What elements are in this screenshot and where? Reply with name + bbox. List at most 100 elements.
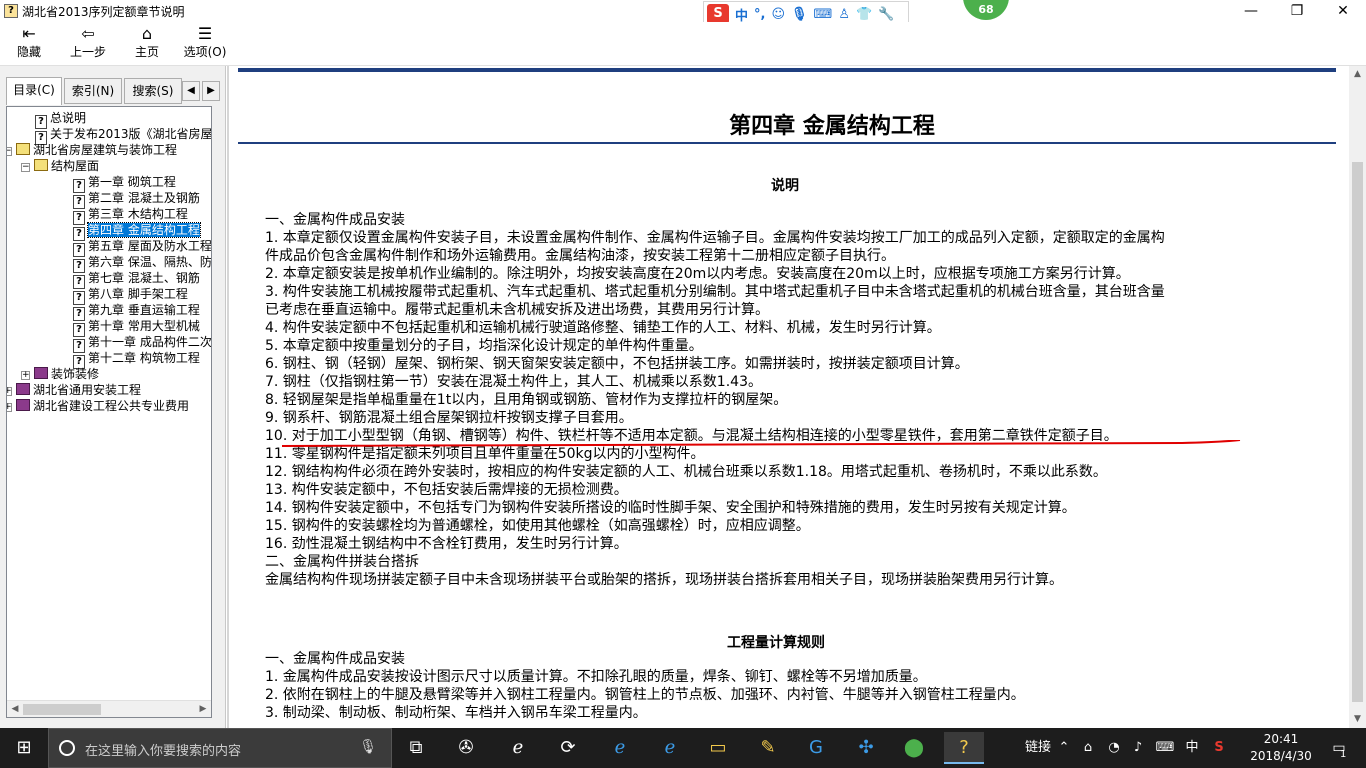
tree-item[interactable]: + 湖北省建设工程公共专业费用: [7, 398, 190, 414]
home-button[interactable]: ⌂ 主页: [126, 24, 168, 64]
internet-explorer-icon[interactable]: ℯ: [650, 732, 690, 764]
tree-item[interactable]: ? 第十一章 成品构件二次: [73, 334, 211, 353]
ime-keyboard-icon[interactable]: ⌨: [814, 7, 833, 22]
rules-line: 2. 依附在钢柱上的牛腿及悬臂梁等并入钢柱工程量内。钢管柱上的节点板、加强环、内…: [265, 687, 1025, 703]
tab-scroll-right-icon[interactable]: ▶: [202, 81, 220, 101]
ime-chinese-mode-icon[interactable]: 中: [735, 5, 748, 24]
scroll-left-icon[interactable]: ◀: [7, 701, 23, 717]
task-view-icon[interactable]: ⧉: [396, 732, 436, 764]
options-button[interactable]: ☰ 选项(O): [180, 24, 230, 64]
tab-contents[interactable]: 目录(C): [6, 77, 62, 105]
tab-index[interactable]: 索引(N): [64, 78, 122, 104]
tree-item[interactable]: ? 第四章 金属结构工程: [73, 222, 201, 241]
red-underline-annotation: [282, 440, 1241, 447]
tree-item[interactable]: + 装饰装修: [21, 366, 99, 382]
ime-user-icon[interactable]: ♙: [838, 7, 850, 22]
clock[interactable]: 20:41 2018/4/30: [1246, 731, 1316, 765]
tree-item[interactable]: ? 第十二章 构筑物工程: [73, 350, 200, 369]
hide-button[interactable]: ⇤ 隐藏: [8, 24, 50, 64]
volume-icon[interactable]: ♪: [1128, 728, 1148, 768]
hide-icon: ⇤: [22, 24, 36, 43]
tab-scroll-left-icon[interactable]: ◀: [182, 81, 200, 101]
windows-start-icon[interactable]: ⊞: [0, 728, 48, 768]
expand-icon[interactable]: +: [21, 371, 30, 380]
touch-keyboard-icon[interactable]: ⌨: [1152, 728, 1178, 768]
tab-search[interactable]: 搜索(S): [124, 78, 182, 104]
tree-item-label: 湖北省房屋建筑与装饰工程: [33, 143, 178, 157]
ime-skin-icon[interactable]: 👕: [856, 7, 872, 22]
tree-horizontal-scrollbar[interactable]: ◀ ▶: [7, 700, 211, 717]
closed-book-icon: [34, 367, 48, 379]
ime-language-indicator[interactable]: 中: [1182, 728, 1202, 768]
tree-item[interactable]: ? 第十章 常用大型机械: [73, 318, 200, 337]
tree-item[interactable]: − 湖北省房屋建筑与装饰工程: [7, 142, 178, 158]
tree-item[interactable]: ? 第一章 砌筑工程: [73, 174, 176, 193]
taskbar-search[interactable]: 在这里输入你要搜索的内容 🎙: [48, 728, 392, 768]
collapse-icon[interactable]: −: [7, 147, 12, 156]
scroll-up-icon[interactable]: ▲: [1349, 66, 1366, 83]
explain-line: 2. 本章定额安装是按单机作业编制的。除注明外，均按安装高度在20m以内考虑。安…: [265, 266, 1130, 282]
network-app-icon[interactable]: ✣: [846, 732, 886, 764]
restore-button[interactable]: ❐: [1274, 0, 1320, 22]
tree-item[interactable]: ? 第九章 垂直运输工程: [73, 302, 200, 321]
close-button[interactable]: ✕: [1320, 0, 1366, 22]
sogou-tray-icon[interactable]: S: [1208, 728, 1230, 768]
explain-line: 件成品价包含金属构件制作和场外运输费用。金属结构油漆，按安装工程第十二册相应定额…: [265, 248, 895, 264]
tray-expand-icon[interactable]: ⌃: [1056, 728, 1072, 768]
tree-item[interactable]: ? 第二章 混凝土及钢筋: [73, 190, 200, 209]
help-viewer-taskbar-icon[interactable]: ?: [944, 732, 984, 764]
tree-item[interactable]: ? 关于发布2013版《湖北省房屋: [35, 126, 212, 145]
score-badge[interactable]: 68: [963, 0, 1009, 20]
explain-line: 5. 本章定额中按重量划分的子目，均指深化设计规定的单件构件重量。: [265, 338, 703, 354]
contents-tree[interactable]: ?总说明?关于发布2013版《湖北省房屋−湖北省房屋建筑与装饰工程−结构屋面?第…: [6, 106, 212, 718]
ime-punctuation-icon[interactable]: °,: [754, 7, 765, 22]
scroll-right-icon[interactable]: ▶: [195, 701, 211, 717]
microphone-icon[interactable]: 🎙: [359, 739, 377, 755]
navigation-pane: 目录(C) 索引(N) 搜索(S) ◀ ▶ ? 总说明? 关于发布2013版《湖北省…: [0, 66, 226, 728]
tree-item[interactable]: ? 第八章 脚手架工程: [73, 286, 188, 305]
ie-browser-icon[interactable]: ℯ: [498, 732, 538, 764]
tree-item-label: 关于发布2013版《湖北省房屋: [50, 127, 212, 141]
file-explorer-icon[interactable]: ▭: [698, 732, 738, 764]
green-app-icon[interactable]: ⬤: [894, 732, 934, 764]
tree-item[interactable]: ? 总说明: [35, 110, 86, 129]
fan-app-icon[interactable]: ✇: [446, 732, 486, 764]
swirl-app-icon[interactable]: ⟳: [548, 732, 588, 764]
explain-line: 9. 钢系杆、钢筋混凝土组合屋架钢拉杆按钢支撑子目套用。: [265, 410, 633, 426]
scroll-thumb[interactable]: [1352, 162, 1363, 702]
tree-item-label: 第一章 砌筑工程: [88, 175, 176, 189]
ime-voice-icon[interactable]: 🎙: [791, 7, 808, 22]
edge-browser-icon[interactable]: ℯ: [600, 732, 640, 764]
tree-item[interactable]: ? 第三章 木结构工程: [73, 206, 188, 225]
notes-app-icon[interactable]: ✎: [748, 732, 788, 764]
ime-emoji-icon[interactable]: ☺: [771, 7, 785, 22]
network-icon[interactable]: ⌂: [1078, 728, 1098, 768]
ime-settings-icon[interactable]: 🔧: [878, 7, 894, 22]
notification-center-icon[interactable]: ▭ 1: [1324, 728, 1354, 768]
content-vertical-scrollbar[interactable]: ▲ ▼: [1349, 66, 1366, 728]
minimize-button[interactable]: —: [1228, 0, 1274, 22]
sogou-browser-icon[interactable]: G: [796, 732, 836, 764]
scroll-down-icon[interactable]: ▼: [1349, 711, 1366, 728]
clock-date: 2018/4/30: [1250, 749, 1312, 763]
tree-item[interactable]: ? 第五章 屋面及防水工程: [73, 238, 211, 257]
tree-item[interactable]: + 湖北省通用安装工程: [7, 382, 141, 398]
explain-line: 6. 钢柱、钢（轻钢）屋架、钢桁架、钢天窗架安装定额中，不包括拼装工序。如需拼装…: [265, 356, 969, 372]
open-book-icon: [16, 143, 30, 155]
expand-icon[interactable]: +: [7, 403, 12, 412]
tree-item[interactable]: ? 第六章 保温、隔热、防: [73, 254, 211, 273]
back-button[interactable]: ⇦ 上一步: [64, 24, 112, 64]
tree-item[interactable]: ? 第七章 混凝土、钢筋: [73, 270, 200, 289]
expand-icon[interactable]: +: [7, 387, 12, 396]
collapse-icon[interactable]: −: [21, 163, 30, 172]
tree-item-label: 湖北省建设工程公共专业费用: [33, 399, 190, 413]
scroll-thumb[interactable]: [23, 704, 101, 715]
sogou-ime-icon[interactable]: S: [707, 4, 729, 24]
tree-item-label: 第八章 脚手架工程: [88, 287, 188, 301]
tree-item-label: 装饰装修: [51, 367, 100, 381]
explain-line: 3. 构件安装施工机械按履带式起重机、汽车式起重机、塔式起重机分别编制。其中塔式…: [265, 284, 1165, 300]
tree-item[interactable]: − 结构屋面: [21, 158, 99, 174]
tray-links-label[interactable]: 链接: [1022, 728, 1054, 768]
wifi-icon[interactable]: ◔: [1104, 728, 1124, 768]
help-app-icon: ?: [4, 4, 18, 18]
